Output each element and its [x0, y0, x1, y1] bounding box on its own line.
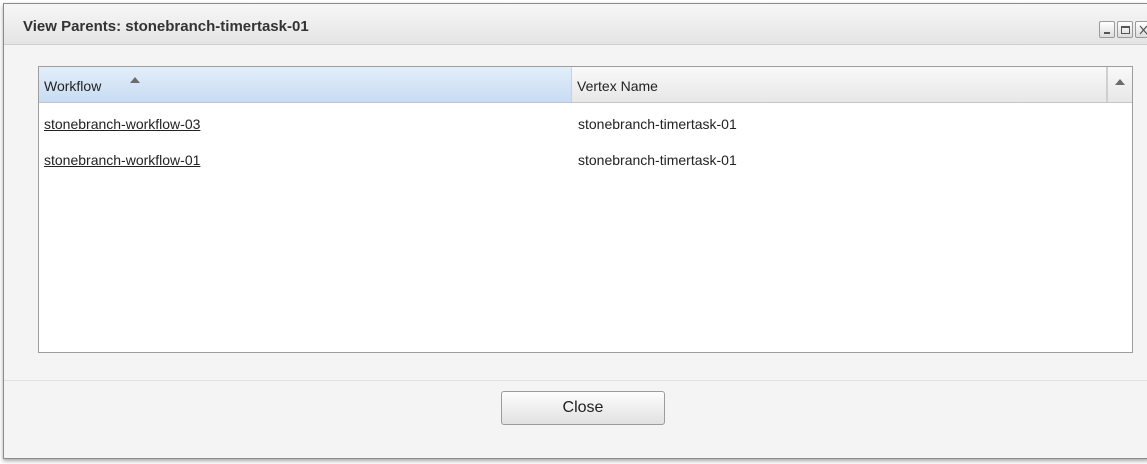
sort-ascending-icon	[130, 77, 140, 83]
maximize-icon[interactable]	[1117, 21, 1133, 38]
close-icon[interactable]	[1135, 21, 1147, 38]
scroll-up-icon	[1115, 79, 1125, 85]
window-controls	[1099, 21, 1147, 38]
table-row[interactable]: stonebranch-workflow-03 stonebranch-time…	[39, 103, 1107, 139]
vertex-name-cell: stonebranch-timertask-01	[578, 152, 737, 168]
grid-header: Workflow Vertex Name	[39, 67, 1132, 103]
footer-divider	[4, 380, 1147, 381]
column-header-label: Vertex Name	[577, 78, 658, 94]
column-header-vertex-name[interactable]: Vertex Name	[572, 67, 1107, 102]
column-header-workflow[interactable]: Workflow	[39, 67, 572, 102]
workflow-link[interactable]: stonebranch-workflow-01	[44, 152, 200, 168]
table-row[interactable]: stonebranch-workflow-01 stonebranch-time…	[39, 139, 1107, 175]
dialog-titlebar[interactable]: View Parents: stonebranch-timertask-01	[4, 4, 1147, 45]
view-parents-dialog: View Parents: stonebranch-timertask-01 W…	[3, 3, 1147, 459]
parents-grid: Workflow Vertex Name stonebranch-workflo…	[38, 66, 1133, 353]
close-button[interactable]: Close	[501, 391, 665, 425]
vertex-name-cell: stonebranch-timertask-01	[578, 116, 737, 132]
dialog-title: View Parents: stonebranch-timertask-01	[23, 18, 309, 35]
column-header-label: Workflow	[44, 78, 102, 94]
workflow-link[interactable]: stonebranch-workflow-03	[44, 116, 200, 132]
minimize-icon[interactable]	[1099, 21, 1115, 38]
scroll-up-button[interactable]	[1107, 67, 1132, 102]
